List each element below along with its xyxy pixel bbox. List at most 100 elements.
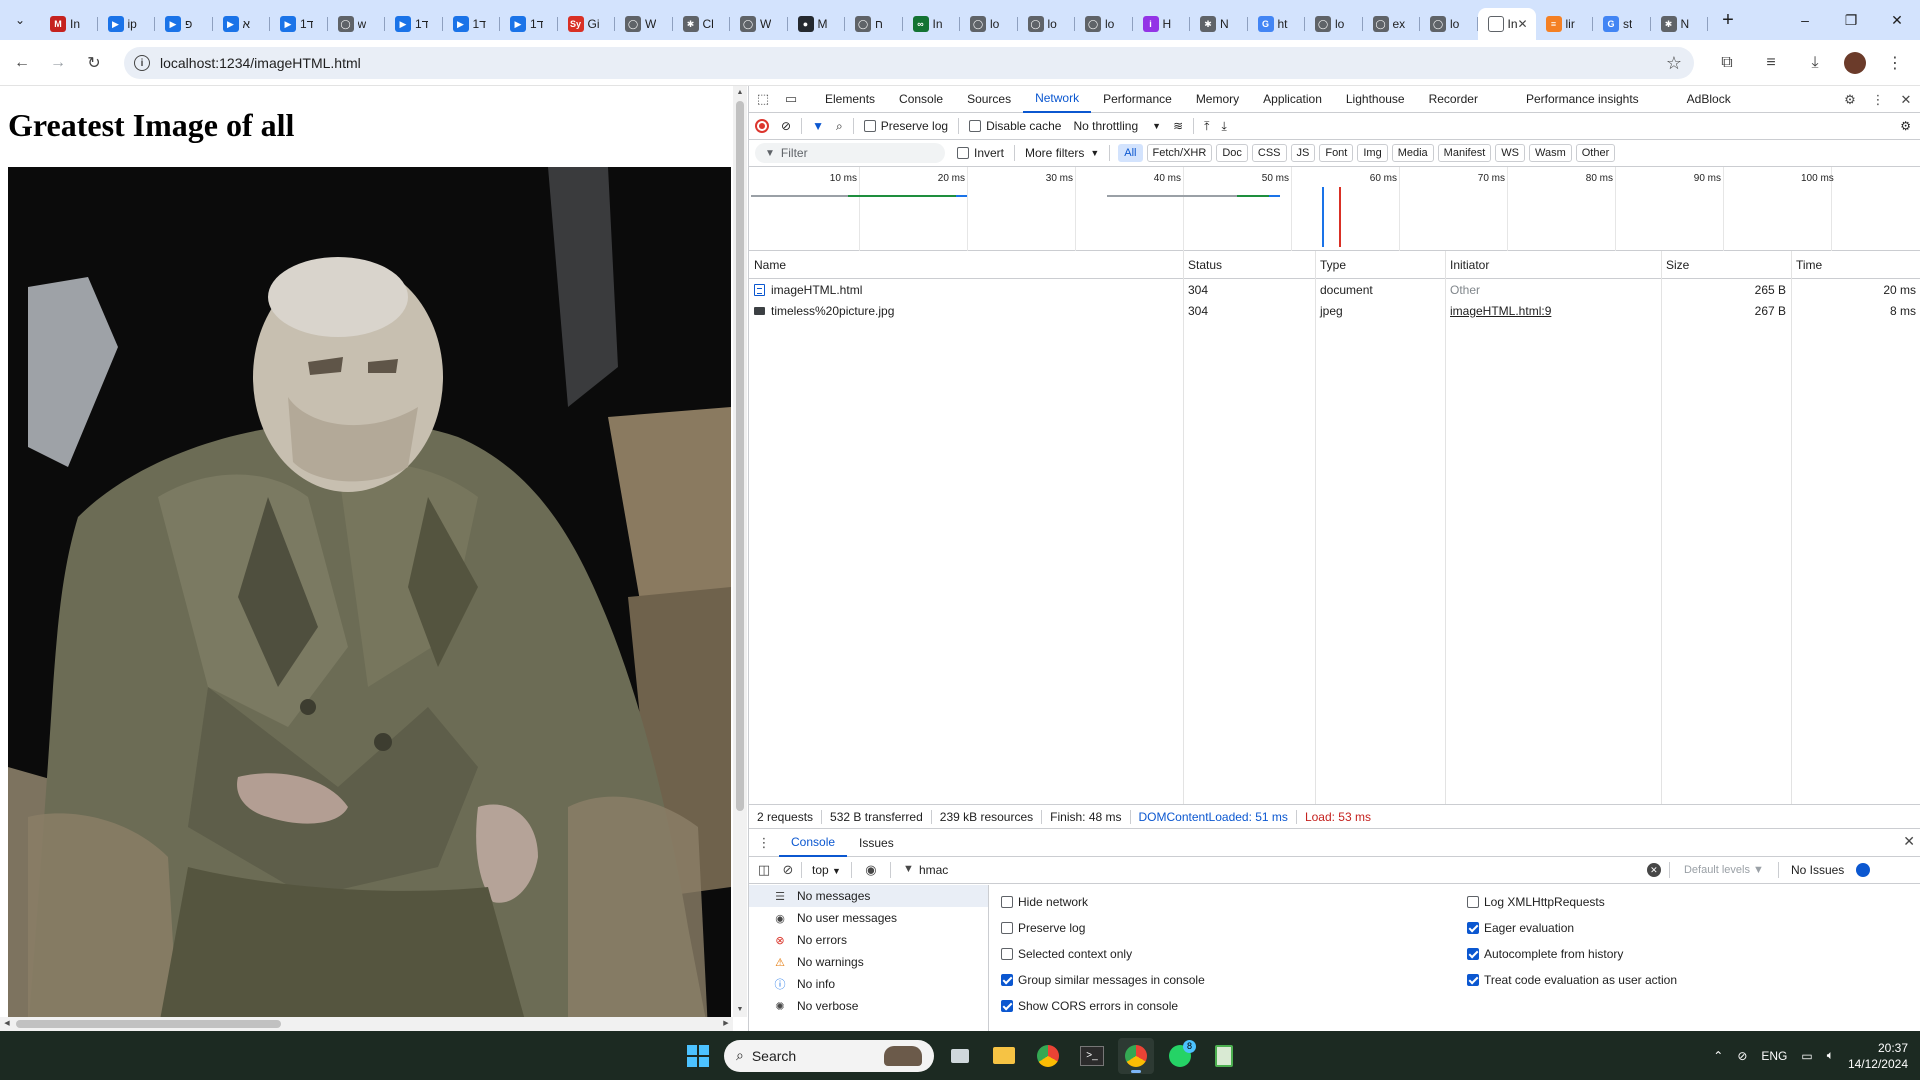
table-row[interactable]: timeless%20picture.jpg 304 jpeg imageHTML.h… [749,300,1920,321]
devtools-tab-performance-insights[interactable]: Performance insights [1514,86,1651,113]
filter-chip-ws[interactable]: WS [1495,144,1525,162]
console-setting-checkbox[interactable]: Show CORS errors in console [1001,993,1205,1019]
invert-checkbox[interactable]: Invert [951,140,1010,167]
disable-cache-checkbox[interactable]: Disable cache [963,113,1067,140]
console-setting-checkbox[interactable]: Eager evaluation [1467,915,1677,941]
filter-chip-all[interactable]: All [1118,144,1143,162]
browser-tab[interactable]: ◯ W [615,8,673,40]
clock[interactable]: 20:37 14/12/2024 [1848,1040,1908,1072]
site-info-icon[interactable]: i [134,55,150,71]
close-drawer-icon[interactable]: ✕ [1903,833,1915,850]
restore-button[interactable]: ❐ [1828,0,1874,40]
browser-tab[interactable]: Sy Gi [558,8,616,40]
menu-kebab-icon[interactable]: ⋮ [1880,48,1910,78]
address-bar[interactable]: i localhost:1234/imageHTML.html ☆ [124,47,1694,79]
scroll-right-arrow-icon[interactable]: ▶ [719,1017,733,1031]
wifi-off-icon[interactable]: ⊘ [1737,1049,1747,1063]
console-sidebar-item[interactable]: ⊗ No errors [749,929,988,951]
close-tab-icon[interactable]: ✕ [1517,17,1527,31]
browser-tab[interactable]: ● M [788,8,846,40]
minimize-button[interactable]: – [1782,0,1828,40]
console-filter-input[interactable]: ▼ hmac ✕ [895,859,1665,881]
whatsapp-button[interactable]: 8 [1162,1038,1198,1074]
import-har-icon[interactable]: ⤒ [1198,113,1215,140]
browser-tab[interactable]: In ✕ [1477,8,1536,40]
inspect-element-icon[interactable]: ⬚ [749,86,777,113]
network-icon[interactable]: ▭ [1801,1049,1812,1063]
forward-button[interactable]: → [44,49,72,77]
column-header-status[interactable]: Status [1183,251,1315,279]
scroll-down-arrow-icon[interactable]: ▼ [733,1003,747,1017]
page-vertical-scrollbar[interactable]: ▲ ▼ [733,86,747,1017]
devtools-tab-performance[interactable]: Performance [1091,86,1184,113]
console-setting-checkbox[interactable]: Group similar messages in console [1001,967,1205,993]
issues-counter[interactable]: No Issues [1783,863,1852,877]
network-conditions-icon[interactable]: ≋ [1167,113,1189,140]
drawer-tab-console[interactable]: Console [779,829,848,857]
taskbar-search-box[interactable]: ⌕ Search [724,1039,934,1072]
terminal-button[interactable]: >_ [1074,1038,1110,1074]
console-sidebar-item[interactable]: ⓘ No info [749,973,988,995]
more-filters-dropdown[interactable]: More filters ▼ [1019,140,1105,167]
devtools-tab-console[interactable]: Console [887,86,955,113]
network-settings-gear-icon[interactable]: ⚙ [1894,113,1917,140]
column-header-name[interactable]: Name [749,251,1183,279]
devtools-tab-network[interactable]: Network [1023,86,1092,113]
browser-tab[interactable]: M In [40,8,98,40]
filter-chip-doc[interactable]: Doc [1216,144,1248,162]
extensions-icon[interactable]: ⧉ [1712,48,1742,78]
reload-button[interactable]: ↻ [80,49,108,77]
devtools-tab-lighthouse[interactable]: Lighthouse [1334,86,1417,113]
bookmark-star-icon[interactable]: ☆ [1666,53,1682,74]
sidebar-toggle-icon[interactable]: ◫ [755,861,773,879]
filter-chip-manifest[interactable]: Manifest [1437,144,1492,162]
console-setting-checkbox[interactable]: Hide network [1001,889,1205,915]
new-tab-button[interactable]: + [1712,4,1744,36]
browser-tab[interactable]: ▶ ד1 [270,8,328,40]
browser-tab[interactable]: iH [1133,8,1191,40]
column-header-type[interactable]: Type [1315,251,1445,279]
media-controls-icon[interactable]: ≡ [1756,48,1786,78]
clear-filter-icon[interactable]: ✕ [1646,863,1661,877]
filter-chip-wasm[interactable]: Wasm [1528,144,1572,162]
volume-icon[interactable]: 🔈︎ [1827,1048,1834,1063]
clear-button[interactable]: ⊘ [775,113,797,140]
browser-tab[interactable]: ◯ lo [1075,8,1133,40]
browser-tab[interactable]: ▶ ip [98,8,156,40]
browser-tab[interactable]: ◯ lo [1305,8,1363,40]
browser-tab[interactable]: ✱ Cl [673,8,731,40]
column-header-size[interactable]: Size [1661,251,1791,279]
console-sidebar-item[interactable]: ✺ No verbose [749,995,988,1017]
page-scroll-thumb[interactable] [736,101,744,811]
filter-chip-font[interactable]: Font [1319,144,1354,162]
devtools-tab-application[interactable]: Application [1251,86,1334,113]
devtools-menu-icon[interactable]: ⋮ [1869,91,1887,109]
console-setting-checkbox[interactable]: Treat code evaluation as user action [1467,967,1677,993]
column-header-time[interactable]: Time [1791,251,1920,279]
clear-console-icon[interactable]: ⊘ [779,861,797,879]
preserve-log-checkbox[interactable]: Preserve log [858,113,954,140]
settings-gear-icon[interactable]: ⚙ [1841,91,1859,109]
network-filter-input[interactable]: ▼ Filter [755,143,945,163]
log-levels-dropdown[interactable]: Default levels ▼ [1674,864,1774,876]
drawer-tab-issues[interactable]: Issues [847,829,906,857]
console-sidebar-item[interactable]: ◉ No user messages [749,907,988,929]
browser-tab[interactable]: ◯ lo [960,8,1018,40]
devtools-tab-elements[interactable]: Elements [813,86,887,113]
close-window-button[interactable]: ✕ [1874,0,1920,40]
browser-tab[interactable]: Ght [1248,8,1306,40]
cell-initiator[interactable]: imageHTML.html:9 [1445,300,1661,321]
browser-tab[interactable]: ∞ In [903,8,961,40]
browser-tab[interactable]: ✱ N [1651,8,1709,40]
console-setting-checkbox[interactable]: Preserve log [1001,915,1205,941]
browser-tab[interactable]: ◯ ח [845,8,903,40]
tab-search-button[interactable]: ⌄ [0,0,40,40]
browser-tab[interactable]: ◯ ex [1363,8,1421,40]
filter-chip-media[interactable]: Media [1391,144,1434,162]
console-sidebar-item[interactable]: ☰ No messages [749,885,988,907]
browser-tab[interactable]: ◯ w [328,8,386,40]
filter-chip-js[interactable]: JS [1290,144,1316,162]
chrome-button[interactable] [1030,1038,1066,1074]
file-explorer-button[interactable] [986,1038,1022,1074]
downloads-icon[interactable]: ⤓ [1800,48,1830,78]
